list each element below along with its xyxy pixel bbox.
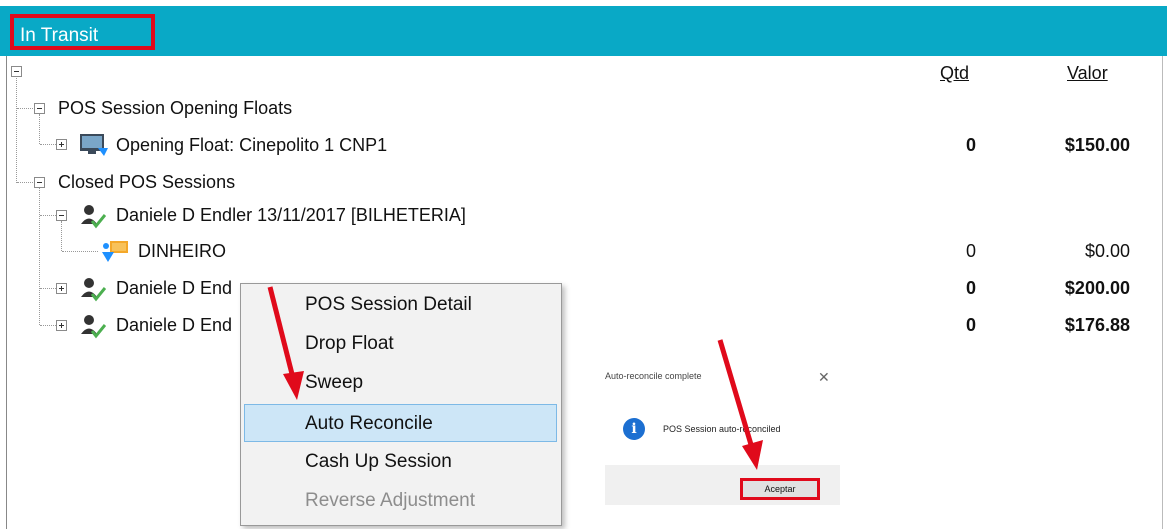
tree-node-session-2[interactable]: Daniele D End bbox=[116, 277, 232, 299]
panel-title: In Transit bbox=[10, 14, 155, 50]
menu-item-cash-up-session[interactable]: Cash Up Session bbox=[241, 443, 559, 481]
info-icon: i bbox=[623, 418, 645, 440]
context-menu: POS Session Detail Drop Float Sweep Auto… bbox=[240, 283, 562, 526]
menu-item-pos-session-detail[interactable]: POS Session Detail bbox=[241, 286, 559, 324]
user-check-icon bbox=[80, 313, 107, 339]
tree-connector bbox=[40, 144, 56, 145]
session-3-expand-toggle[interactable] bbox=[56, 320, 67, 331]
tree-connector bbox=[40, 288, 56, 289]
cash-icon bbox=[100, 238, 130, 264]
column-header-valor[interactable]: Valor bbox=[1067, 63, 1108, 84]
opening-float-valor: $150.00 bbox=[1064, 135, 1130, 155]
tree-node-session-1[interactable]: Daniele D Endler 13/11/2017 [BILHETERIA] bbox=[116, 204, 466, 226]
session-2-valor: $200.00 bbox=[1064, 278, 1130, 298]
tree-connector bbox=[16, 78, 17, 183]
dialog-message: POS Session auto-reconciled bbox=[663, 424, 781, 434]
closed-sessions-collapse-toggle[interactable] bbox=[34, 177, 45, 188]
auto-reconcile-dialog: Auto-reconcile complete ✕ i POS Session … bbox=[605, 365, 840, 505]
tree-node-dinheiro[interactable]: DINHEIRO bbox=[138, 240, 226, 262]
column-header-qtd[interactable]: Qtd bbox=[940, 63, 969, 84]
session-2-expand-toggle[interactable] bbox=[56, 283, 67, 294]
menu-item-reverse-adjustment: Reverse Adjustment bbox=[305, 490, 476, 511]
session-2-qtd: 0 bbox=[965, 278, 976, 298]
dinheiro-valor: $0.00 bbox=[1084, 241, 1130, 261]
menu-item-drop-float[interactable]: Drop Float bbox=[241, 325, 559, 363]
dialog-title: Auto-reconcile complete bbox=[605, 371, 702, 381]
session-1-collapse-toggle[interactable] bbox=[56, 210, 67, 221]
session-3-qtd: 0 bbox=[965, 315, 976, 335]
tree-connector bbox=[40, 325, 56, 326]
tree-node-session-3[interactable]: Daniele D End bbox=[116, 314, 232, 336]
dinheiro-qtd: 0 bbox=[965, 241, 976, 261]
menu-item-auto-reconcile[interactable]: Auto Reconcile bbox=[244, 404, 557, 442]
tree-connector bbox=[39, 188, 40, 325]
tree-connector bbox=[17, 182, 33, 183]
tree-connector bbox=[61, 221, 62, 251]
tree-node-closed-sessions[interactable]: Closed POS Sessions bbox=[58, 171, 235, 193]
user-check-icon bbox=[80, 203, 107, 229]
tree-connector bbox=[40, 215, 56, 216]
opening-float-expand-toggle[interactable] bbox=[56, 139, 67, 150]
tree-connector bbox=[17, 108, 33, 109]
close-icon[interactable]: ✕ bbox=[818, 369, 830, 386]
tree-connector bbox=[62, 251, 98, 252]
register-icon bbox=[78, 132, 110, 158]
session-3-valor: $176.88 bbox=[1064, 315, 1130, 335]
tree-node-opening-floats[interactable]: POS Session Opening Floats bbox=[58, 97, 292, 119]
opening-float-qtd: 0 bbox=[965, 135, 976, 155]
tree-node-opening-float[interactable]: Opening Float: Cinepolito 1 CNP1 bbox=[116, 134, 387, 156]
tree-connector bbox=[39, 114, 40, 144]
opening-floats-collapse-toggle[interactable] bbox=[34, 103, 45, 114]
menu-item-sweep[interactable]: Sweep bbox=[241, 364, 559, 402]
panel-header: In Transit bbox=[0, 6, 1167, 56]
user-check-icon bbox=[80, 276, 107, 302]
root-collapse-toggle[interactable] bbox=[11, 66, 22, 77]
accept-button[interactable]: Aceptar bbox=[740, 478, 820, 500]
